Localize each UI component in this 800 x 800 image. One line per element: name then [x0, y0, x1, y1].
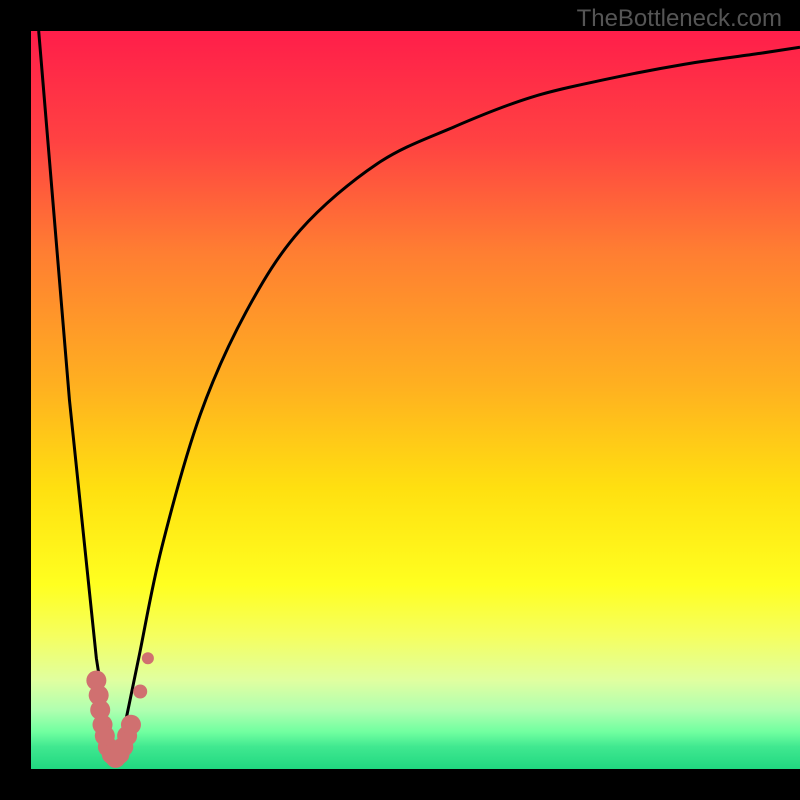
scatter-layer: [31, 31, 800, 769]
data-point: [121, 715, 141, 735]
chart-container: [31, 31, 800, 769]
watermark-text: TheBottleneck.com: [577, 5, 782, 33]
data-point: [133, 685, 147, 699]
data-point: [142, 652, 154, 664]
scatter-points: [86, 652, 154, 768]
